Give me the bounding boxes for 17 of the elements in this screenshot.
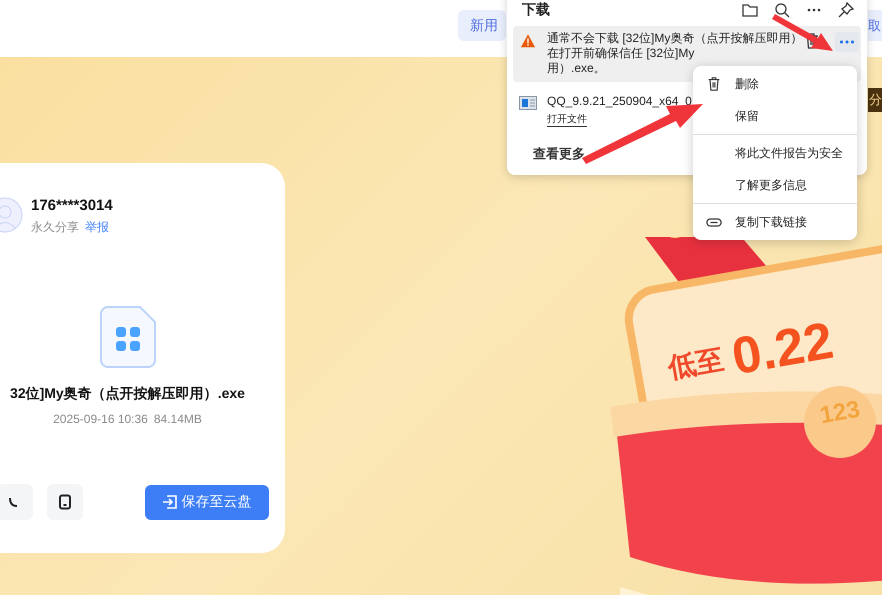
warning-text-line: 在打开前确保信任 [32位]My — [547, 46, 696, 61]
share-type: 永久分享 — [31, 219, 79, 236]
file-date: 2025-09-16 10:36 — [53, 412, 148, 426]
warning-text-line: 通常不会下载 [32位]My奥奇（点开按解压即用） — [547, 31, 802, 46]
download-file-name: QQ_9.9.21_250904_x64_0 — [547, 93, 692, 109]
menu-item-label: 了解更多信息 — [735, 176, 807, 194]
user-name: 176****3014 — [31, 197, 113, 214]
promo-price: 0.22 — [728, 310, 838, 388]
menu-item-label: 保留 — [735, 108, 759, 124]
menu-item-label: 将此文件报告为安全 — [735, 144, 843, 162]
file-size: 84.14MB — [154, 412, 202, 426]
promo-slogan: 低至 — [665, 342, 727, 386]
coin-number: 123 — [818, 396, 862, 430]
menu-item-label: 复制下载链接 — [735, 214, 807, 230]
panel-title: 下载 — [522, 1, 550, 19]
file-name: 32位]My奥奇（点开按解压即用）.exe — [10, 385, 245, 403]
warning-text-line: 用）.exe。 — [547, 61, 607, 76]
